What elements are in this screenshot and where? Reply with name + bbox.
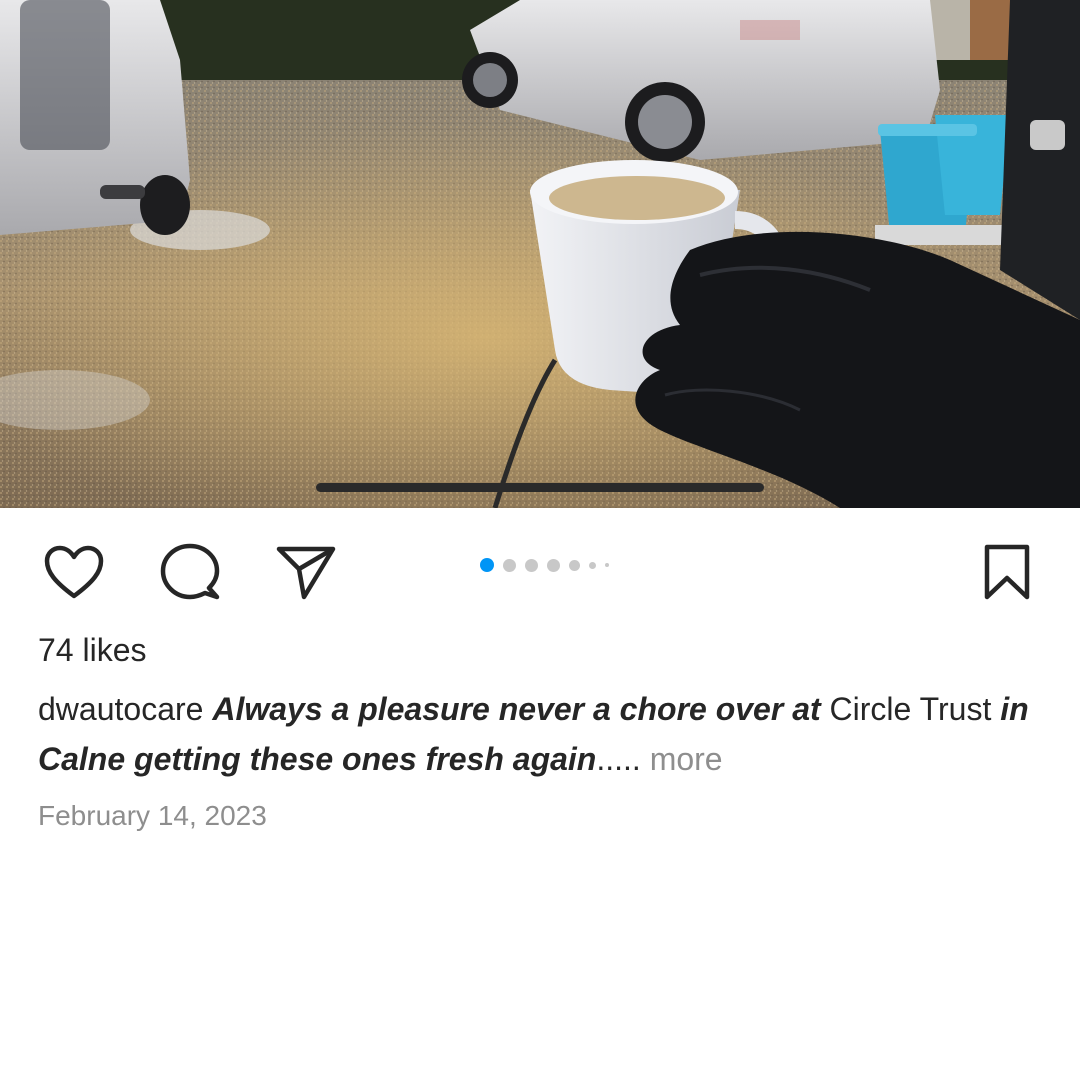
carousel-indicator <box>480 558 609 572</box>
post-photo[interactable] <box>0 0 1080 508</box>
carousel-dot-active <box>480 558 494 572</box>
carousel-scrub-bar[interactable] <box>316 483 764 492</box>
caption-username[interactable]: dwautocare <box>38 691 203 727</box>
caption-text-1: Always a pleasure never a chore over at <box>212 691 821 727</box>
likes-count[interactable]: 74 likes <box>38 632 147 669</box>
caption-ellipsis: ..... <box>596 741 641 777</box>
photo-illustration <box>0 0 1080 508</box>
post-date: February 14, 2023 <box>38 800 267 831</box>
more-link[interactable]: more <box>641 741 723 777</box>
caption-text-2: Circle Trust <box>820 691 1001 727</box>
bookmark-icon[interactable] <box>975 540 1039 604</box>
paper-plane-icon[interactable] <box>274 540 338 604</box>
carousel-dot <box>589 561 596 569</box>
post-action-bar <box>0 508 1080 628</box>
carousel-dot <box>569 559 580 571</box>
carousel-dot <box>605 563 609 567</box>
post-caption: dwautocare Always a pleasure never a cho… <box>38 684 1038 784</box>
carousel-dot <box>525 558 538 572</box>
carousel-dot <box>547 558 560 572</box>
comment-bubble-icon[interactable] <box>158 540 222 604</box>
heart-icon[interactable] <box>42 540 106 604</box>
carousel-dot <box>503 558 516 572</box>
